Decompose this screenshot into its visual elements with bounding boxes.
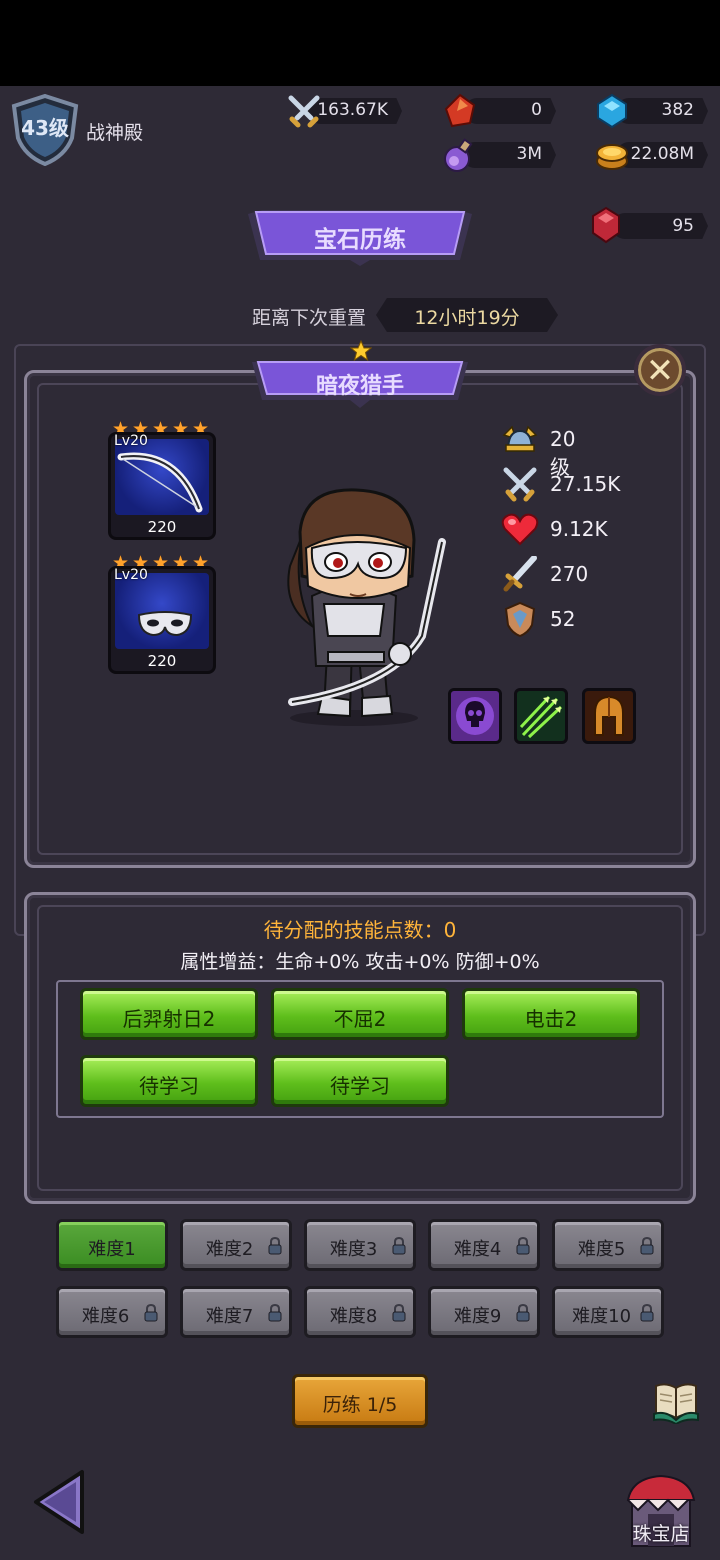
- skill-button-1[interactable]: 后羿射日2: [80, 988, 258, 1040]
- equipment-level: Lv20: [114, 567, 148, 583]
- skill-button-3[interactable]: 电击2: [462, 988, 640, 1040]
- lock-icon: [268, 1237, 282, 1255]
- close-button[interactable]: ✕: [634, 344, 686, 396]
- player-level: 43级: [21, 116, 69, 140]
- power-resource: 163.67K: [286, 95, 402, 128]
- skill-slot-3[interactable]: [582, 688, 636, 744]
- lock-icon: [392, 1304, 406, 1322]
- ruby-icon: [592, 206, 620, 244]
- difficulty-button-3[interactable]: 难度3: [304, 1219, 416, 1271]
- train-button[interactable]: 历练 1/5: [292, 1374, 428, 1428]
- attack-swords-icon: [503, 467, 537, 502]
- skill-button-4[interactable]: 待学习: [80, 1055, 258, 1107]
- helmet-level-icon: [502, 425, 538, 452]
- difficulty-button-5[interactable]: 难度5: [552, 1219, 664, 1271]
- shield-icon: [504, 601, 536, 637]
- difficulty-button-6[interactable]: 难度6: [56, 1286, 168, 1338]
- gold-coins-icon: [596, 144, 628, 170]
- equipment-level: Lv20: [114, 433, 148, 449]
- sword-icon: [503, 556, 537, 592]
- potion-resource: 3M: [440, 138, 556, 172]
- mask-icon: [137, 611, 193, 637]
- red-gem-icon: [444, 93, 476, 128]
- hall-name: 战神殿: [86, 122, 144, 144]
- guide-book-icon[interactable]: [652, 1378, 700, 1424]
- lock-icon: [268, 1304, 282, 1322]
- lock-icon: [640, 1304, 654, 1322]
- red-gem-resource: 0: [442, 93, 556, 128]
- skill-slot-2[interactable]: [514, 688, 568, 744]
- skull-skill-icon: [456, 697, 494, 735]
- lock-icon: [392, 1237, 406, 1255]
- skill-slot-1[interactable]: [448, 688, 502, 744]
- heart-icon: [501, 513, 539, 546]
- difficulty-button-1[interactable]: 难度1: [56, 1219, 168, 1271]
- difficulty-button-8[interactable]: 难度8: [304, 1286, 416, 1338]
- difficulty-button-10[interactable]: 难度10: [552, 1286, 664, 1338]
- skill-button-5[interactable]: 待学习: [271, 1055, 449, 1107]
- equipment-value: 220: [147, 652, 177, 670]
- event-title: 宝石历练: [314, 227, 406, 253]
- system-status-bar: [0, 0, 720, 86]
- lock-icon: [516, 1237, 530, 1255]
- difficulty-button-7[interactable]: 难度7: [180, 1286, 292, 1338]
- equipment-slot-mask[interactable]: Lv20 220: [108, 566, 216, 674]
- close-icon: ✕: [645, 351, 675, 391]
- hero-character-image: [287, 488, 446, 726]
- spartan-helmet-skill-icon: [594, 695, 624, 736]
- lock-icon: [144, 1304, 158, 1322]
- equipment-value: 220: [147, 518, 177, 536]
- jewelry-shop-label: 珠宝店: [632, 1523, 690, 1545]
- bow-icon: [117, 452, 203, 513]
- reset-timer: 12小时19分: [414, 307, 520, 329]
- difficulty-button-9[interactable]: 难度9: [428, 1286, 540, 1338]
- difficulty-button-2[interactable]: 难度2: [180, 1219, 292, 1271]
- attribute-bonus: 属性增益：生命+0% 攻击+0% 防御+0%: [180, 951, 540, 973]
- skill-button-2[interactable]: 不屈2: [271, 988, 449, 1040]
- blue-gem-resource: 382: [594, 93, 708, 129]
- lock-icon: [516, 1304, 530, 1322]
- skill-points-title: 待分配的技能点数：0: [263, 918, 457, 942]
- gold-resource: 22.08M: [594, 139, 708, 171]
- ruby-resource: 95: [590, 206, 708, 244]
- difficulty-button-4[interactable]: 难度4: [428, 1219, 540, 1271]
- back-arrow-icon[interactable]: [30, 1468, 90, 1536]
- reset-label: 距离下次重置: [252, 307, 367, 329]
- hero-name: 暗夜猎手: [315, 374, 404, 399]
- potion-icon: [444, 138, 473, 172]
- lock-icon: [640, 1237, 654, 1255]
- arrows-skill-icon: [519, 695, 563, 739]
- blue-gem-icon: [597, 93, 627, 129]
- equipment-slot-bow[interactable]: Lv20 220: [108, 432, 216, 540]
